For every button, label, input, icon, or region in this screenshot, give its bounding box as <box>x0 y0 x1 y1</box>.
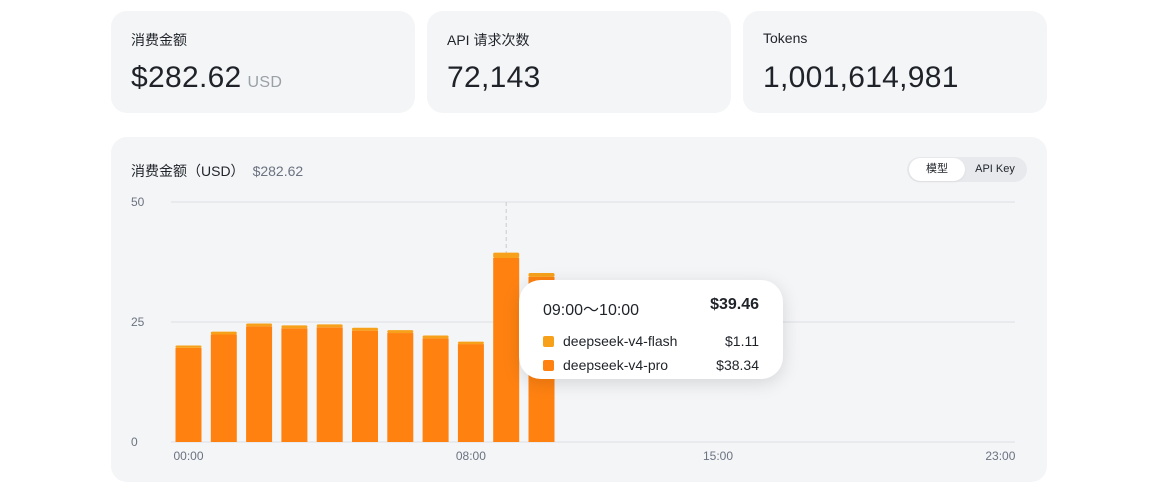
tooltip-range: 09:00～10:00 <box>543 302 640 319</box>
tooltip-row: deepseek-v4-pro $38.34 <box>543 353 759 377</box>
tooltip-header: 09:00～10:00 $39.46 <box>543 296 759 320</box>
bar-pro <box>422 338 449 442</box>
bar-flash <box>210 331 237 335</box>
tooltip-row: deepseek-v4-flash $1.11 <box>543 329 759 353</box>
bar-flash <box>422 335 449 339</box>
bar-pro <box>352 330 378 442</box>
x-tick-label: 15:00 <box>703 449 733 463</box>
tooltip-series-name: deepseek-v4-flash <box>563 333 678 349</box>
legend-swatch-pro <box>543 359 554 371</box>
y-tick-label: 50 <box>131 195 145 209</box>
bar-pro <box>387 333 414 442</box>
legend-swatch-flash <box>543 335 554 347</box>
bar-flash <box>316 324 343 328</box>
x-tick-label: 00:00 <box>173 449 203 463</box>
y-tick-label: 0 <box>131 435 138 449</box>
chart-tooltip: 09:00～10:00 $39.46 deepseek-v4-flash $1.… <box>519 280 783 379</box>
y-tick-label: 25 <box>131 315 145 329</box>
bar-flash <box>175 345 202 348</box>
bar-pro <box>493 257 520 442</box>
bar-pro <box>457 344 484 442</box>
tooltip-total: $39.46 <box>710 296 759 313</box>
cost-bar-chart: 0 25 50 00:00 08:00 15:00 23:00 <box>131 195 1016 463</box>
bar-pro <box>246 326 273 442</box>
bar-pro <box>210 334 237 442</box>
tooltip-series-value: $38.34 <box>716 357 759 373</box>
bar-flash <box>457 341 484 345</box>
x-tick-label: 23:00 <box>985 449 1015 463</box>
bar-flash <box>281 325 308 329</box>
tooltip-series-value: $1.11 <box>725 333 759 349</box>
bar-flash <box>352 327 378 331</box>
bar-flash <box>246 323 273 327</box>
bar-pro <box>175 347 202 442</box>
bar-flash <box>493 252 520 258</box>
bar-flash <box>528 273 555 277</box>
bar-pro <box>281 328 308 442</box>
bar-pro <box>316 327 343 442</box>
bar-flash <box>387 330 414 334</box>
tooltip-series-name: deepseek-v4-pro <box>563 357 669 373</box>
x-tick-label: 08:00 <box>456 449 486 463</box>
